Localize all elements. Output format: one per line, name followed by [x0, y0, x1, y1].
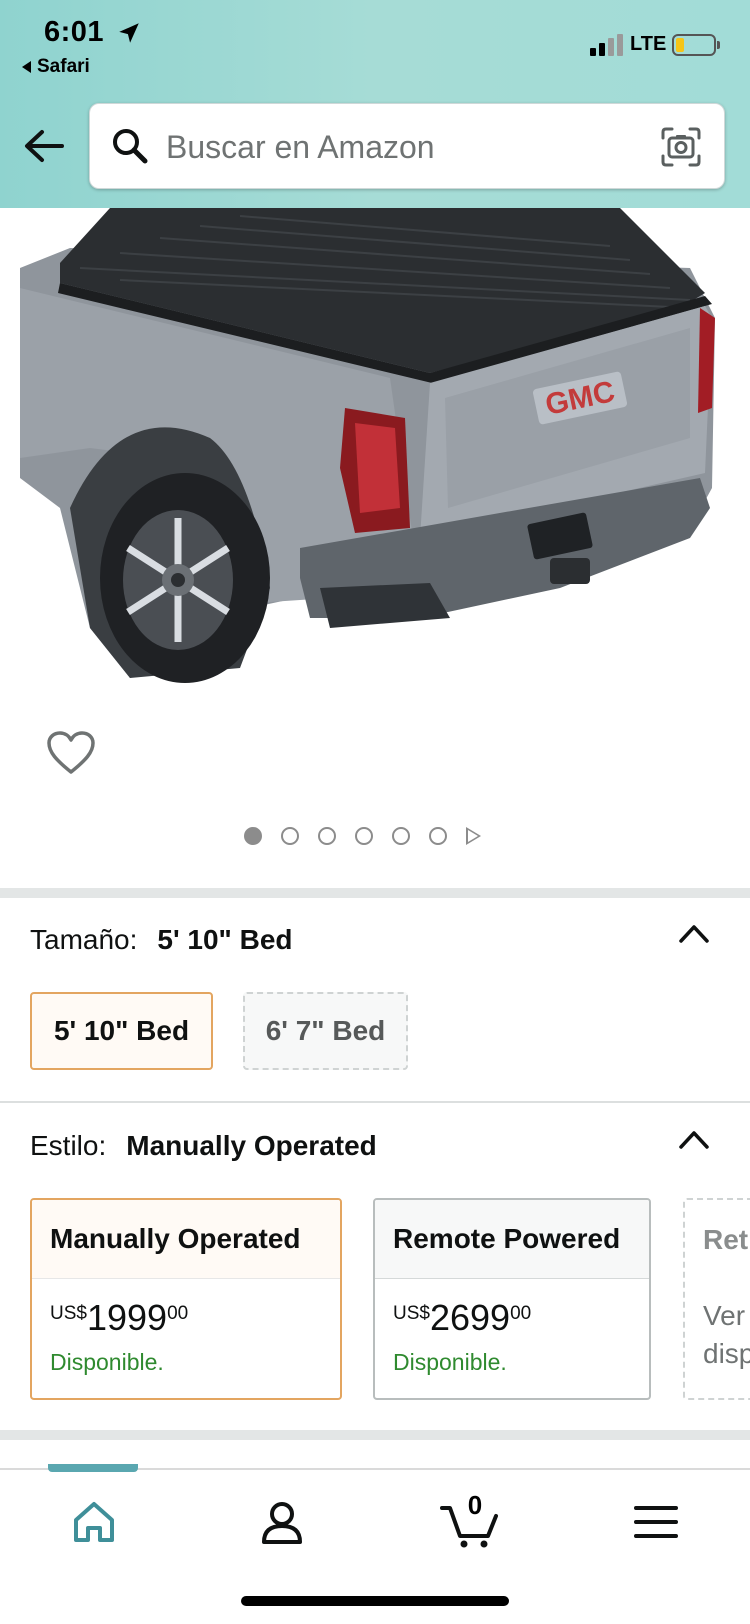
pagination-dot[interactable]: [392, 827, 410, 845]
section-divider: [0, 1430, 750, 1440]
battery-level: [676, 38, 684, 52]
collapse-size-chevron-up-icon[interactable]: [677, 921, 711, 945]
style-option-body: US$ 1999 00 Disponible.: [32, 1279, 340, 1376]
price-currency: US$: [50, 1303, 87, 1324]
product-page: 6:01 Safari LTE Buscar en Amazon GMC Tam…: [0, 0, 750, 1624]
search-input[interactable]: [166, 104, 626, 190]
header: 6:01 Safari LTE: [0, 0, 750, 208]
style-option-title: Manually Operated: [32, 1200, 340, 1279]
style-option-retractable[interactable]: Ret Ver disp: [683, 1198, 750, 1400]
style-label: Estilo:: [30, 1130, 107, 1161]
style-option-status-line: disp: [703, 1338, 750, 1369]
price-whole: 2699: [429, 1297, 511, 1338]
pagination-dot[interactable]: [429, 827, 447, 845]
back-to-safari[interactable]: Safari: [22, 56, 90, 78]
availability: Disponible.: [50, 1349, 164, 1375]
battery-nub: [717, 41, 720, 49]
style-option-remote-powered[interactable]: Remote Powered US$ 2699 00 Disponible.: [373, 1198, 651, 1400]
style-option-title: Ret: [703, 1223, 749, 1255]
size-header: Tamaño: 5' 10" Bed: [30, 924, 293, 956]
pagination-dot[interactable]: [318, 827, 336, 845]
nav-active-indicator: [48, 1464, 138, 1472]
style-header: Estilo: Manually Operated: [30, 1130, 377, 1162]
search-box[interactable]: [89, 103, 725, 190]
account-icon[interactable]: [254, 1494, 310, 1550]
back-triangle-icon: [22, 61, 31, 73]
collapse-style-chevron-up-icon[interactable]: [677, 1127, 711, 1151]
section-divider: [0, 888, 750, 898]
network-type: LTE: [630, 33, 667, 55]
home-icon[interactable]: [66, 1494, 122, 1550]
style-option-manually-operated[interactable]: Manually Operated US$ 1999 00 Disponible…: [30, 1198, 342, 1400]
price: US$ 2699 00: [393, 1299, 631, 1337]
style-option-title: Remote Powered: [375, 1200, 649, 1279]
price: US$ 1999 00: [50, 1299, 322, 1337]
product-image[interactable]: GMC: [0, 208, 750, 708]
size-selected-value: 5' 10" Bed: [157, 924, 293, 955]
style-selected-value: Manually Operated: [126, 1130, 377, 1161]
section-divider: [0, 1101, 750, 1103]
back-app-label: Safari: [37, 56, 90, 77]
image-pagination: [244, 825, 481, 847]
pagination-dot[interactable]: [355, 827, 373, 845]
battery-icon: [672, 34, 716, 56]
search-icon: [113, 129, 148, 164]
cart-count: 0: [467, 1490, 483, 1520]
availability: Disponible.: [393, 1349, 507, 1375]
pagination-dot[interactable]: [281, 827, 299, 845]
style-option-body: US$ 2699 00 Disponible.: [375, 1279, 649, 1376]
size-label: Tamaño:: [30, 924, 138, 955]
style-option-status-line: Ver: [703, 1300, 746, 1331]
truck-illustration: GMC: [20, 208, 715, 683]
back-arrow-icon[interactable]: [22, 124, 66, 168]
favorite-heart-icon[interactable]: [46, 730, 96, 776]
pagination-dot[interactable]: [244, 827, 262, 845]
size-option-6-7-bed[interactable]: 6' 7" Bed: [243, 992, 408, 1070]
price-whole: 1999: [86, 1297, 168, 1338]
style-option-status: Ver disp: [685, 1279, 750, 1373]
location-arrow-icon: [119, 23, 139, 43]
menu-icon[interactable]: [628, 1494, 684, 1550]
home-indicator[interactable]: [241, 1596, 509, 1606]
size-option-5-10-bed[interactable]: 5' 10" Bed: [30, 992, 213, 1070]
price-currency: US$: [393, 1303, 430, 1324]
signal-icon: [590, 34, 623, 56]
play-video-icon[interactable]: [466, 827, 481, 845]
status-time: 6:01: [44, 16, 105, 48]
price-fraction: 00: [167, 1303, 189, 1324]
camera-search-icon[interactable]: [660, 126, 702, 168]
price-fraction: 00: [510, 1303, 532, 1324]
